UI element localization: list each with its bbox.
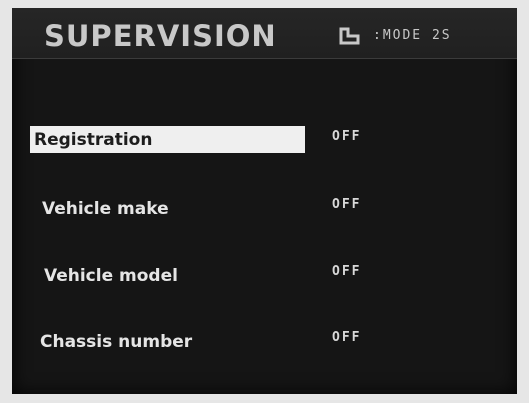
- menu-item-vehicle-model[interactable]: Vehicle model OFF: [12, 261, 517, 291]
- menu-item-value: OFF: [332, 264, 362, 279]
- menu-item-label: Vehicle make: [42, 199, 169, 219]
- menu-item-label: Vehicle model: [44, 266, 178, 286]
- menu-item-vehicle-make[interactable]: Vehicle make OFF: [12, 194, 517, 224]
- menu-item-value: OFF: [332, 330, 362, 345]
- menu-item-chassis-number[interactable]: Chassis number OFF: [12, 327, 517, 357]
- supervision-panel: SUPERVISION :MODE 2S Registration OFF Ve…: [12, 8, 517, 394]
- menu-item-label: Chassis number: [40, 332, 193, 352]
- menu-item-registration[interactable]: Registration OFF: [12, 126, 517, 156]
- menu-item-value: OFF: [332, 129, 362, 144]
- menu-item-label: Registration: [34, 130, 153, 150]
- screen: SUPERVISION :MODE 2S Registration OFF Ve…: [0, 0, 529, 403]
- menu-list: Registration OFF Vehicle make OFF Vehicl…: [12, 8, 517, 394]
- menu-item-value: OFF: [332, 197, 362, 212]
